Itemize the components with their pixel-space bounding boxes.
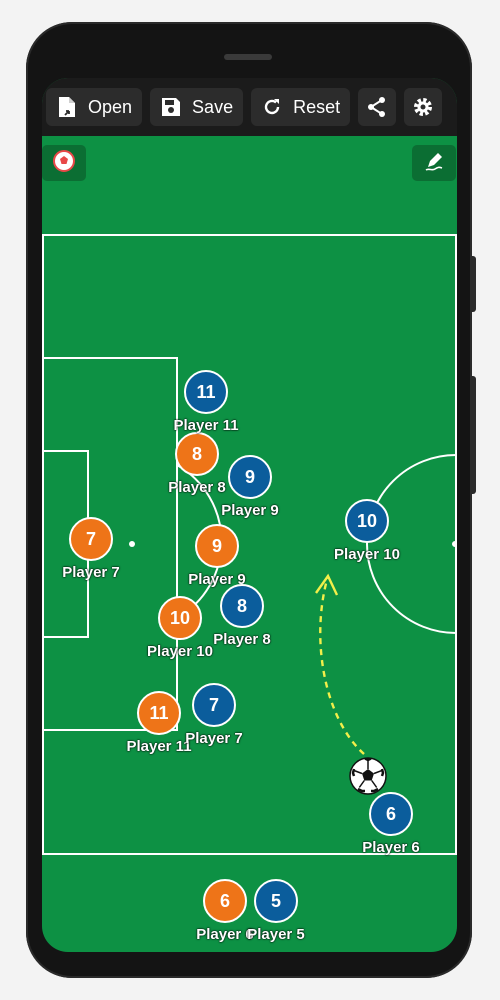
player-number: 5 [254, 879, 298, 923]
player-label: Player 7 [62, 564, 120, 581]
player-label: Player 10 [334, 546, 400, 563]
player-number: 9 [195, 524, 239, 568]
app-screen: Open Save Reset 7 Player 7 8 Player 8 9 … [42, 78, 457, 952]
player-number: 7 [69, 517, 113, 561]
player-label: Player 7 [185, 730, 243, 747]
pass-arrow [319, 575, 365, 755]
player-label: Player 11 [173, 417, 239, 434]
center-spot [452, 541, 457, 547]
player-number: 7 [192, 683, 236, 727]
player-label: Player 5 [247, 926, 305, 943]
player-label: Player 9 [188, 571, 246, 588]
player-number: 6 [369, 792, 413, 836]
speaker-grille [224, 54, 272, 60]
ball[interactable] [348, 756, 388, 796]
player-label: Player 6 [362, 839, 420, 856]
power-button [470, 376, 476, 494]
player-label: Player 9 [221, 502, 279, 519]
player-number: 6 [203, 879, 247, 923]
player-number: 8 [175, 432, 219, 476]
player-number: 11 [184, 370, 228, 414]
player-number: 10 [345, 499, 389, 543]
penalty-spot [129, 541, 135, 547]
player-number: 8 [220, 584, 264, 628]
soccer-ball-icon [349, 757, 387, 795]
volume-button [470, 256, 476, 312]
player-label: Player 8 [213, 631, 271, 648]
player-number: 9 [228, 455, 272, 499]
center-circle [366, 454, 457, 634]
player-number: 11 [137, 691, 181, 735]
